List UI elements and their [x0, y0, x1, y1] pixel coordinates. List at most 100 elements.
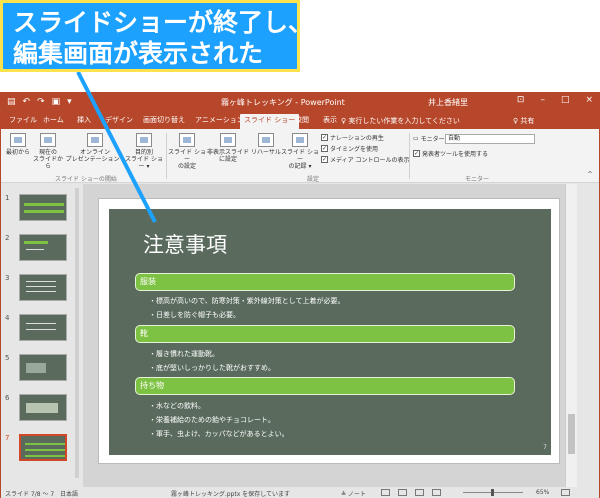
bullet-item[interactable]: ・栄養補給のための飴やチョコレート。	[149, 415, 275, 425]
ribbon-display-icon[interactable]: ⊡	[517, 95, 525, 105]
rehearse-timings-button[interactable]: リハーサル	[251, 133, 281, 156]
thumbnail-number: 2	[5, 234, 10, 242]
normal-view-icon[interactable]	[381, 489, 390, 496]
slide-number: 7	[543, 444, 547, 451]
show-media-controls-checkbox[interactable]: ✓ メディア コントロールの表示	[321, 155, 410, 164]
tab-insert[interactable]: 挿入	[73, 114, 95, 129]
reading-view-icon[interactable]	[415, 489, 424, 496]
title-bar: ▤ ↶ ↷ ▣ ▾ 霧ヶ峰トレッキング - PowerPoint 井上香緒里 ⊡…	[1, 93, 599, 111]
saving-status: 霧ヶ峰トレッキング.pptx を保存しています	[171, 491, 290, 498]
group-label-start: スライド ショーの開始	[55, 176, 117, 183]
slide-7[interactable]: 注意事項 服装 ・標高が高いので、防寒対策・紫外線対策として上着が必要。 ・日差…	[109, 209, 551, 455]
zoom-level[interactable]: 65%	[536, 489, 549, 496]
online-presentation-button[interactable]: オンライン プレゼンテーション ▾	[65, 133, 125, 163]
current-slide-icon	[40, 133, 56, 147]
slide-canvas: 注意事項 服装 ・標高が高いので、防寒対策・紫外線対策として上着が必要。 ・日差…	[98, 198, 560, 464]
from-beginning-button[interactable]: 最初から	[5, 133, 31, 156]
setup-slideshow-button[interactable]: スライド ショー の設定	[167, 133, 207, 170]
group-label-setup: 設定	[307, 176, 320, 183]
thumbnail-number: 7	[5, 434, 10, 442]
monitor-label: ▭ モニター:	[413, 135, 447, 143]
fit-to-window-icon[interactable]	[561, 489, 570, 496]
save-icon[interactable]: ▤	[7, 96, 16, 108]
document-title: 霧ヶ峰トレッキング - PowerPoint	[221, 98, 345, 107]
tab-file[interactable]: ファイル	[5, 114, 41, 129]
hide-slide-button[interactable]: 非表示スライド に設定	[207, 133, 249, 163]
ribbon-tabs: ファイル ホーム 挿入 デザイン 画面切り替え アニメーション スライド ショー…	[1, 111, 599, 129]
tab-design[interactable]: デザイン	[101, 114, 137, 129]
hide-slide-icon	[220, 133, 236, 147]
setup-icon	[179, 133, 195, 147]
slide-thumbnail[interactable]	[19, 314, 67, 341]
play-narrations-checkbox[interactable]: ✓ ナレーションの再生	[321, 133, 384, 142]
checkbox-checked-icon: ✓	[321, 145, 328, 152]
slideshow-view-icon[interactable]	[432, 489, 441, 496]
zoom-slider-knob[interactable]	[491, 489, 494, 496]
notes-button[interactable]: ≜ ノート	[341, 489, 366, 498]
slide-edit-area: 注意事項 服装 ・標高が高いので、防寒対策・紫外線対策として上着が必要。 ・日差…	[83, 184, 577, 487]
slideshow-start-icon	[10, 133, 26, 147]
bullet-item[interactable]: ・軍手、虫よけ、カッパなどがあるとよい。	[149, 429, 289, 439]
section-heading[interactable]: 持ち物	[135, 377, 515, 395]
user-name[interactable]: 井上香緒里	[428, 97, 468, 108]
checkbox-checked-icon: ✓	[321, 156, 328, 163]
undo-icon[interactable]: ↶	[23, 96, 31, 108]
slide-thumbnail[interactable]	[19, 394, 67, 421]
collapse-ribbon-icon[interactable]: ^	[585, 171, 595, 178]
online-present-icon	[87, 133, 103, 147]
presenter-view-checkbox[interactable]: ✓ 発表者ツールを使用する	[413, 149, 488, 158]
record-icon	[292, 133, 308, 147]
checkbox-checked-icon: ✓	[321, 134, 328, 141]
redo-icon[interactable]: ↷	[37, 96, 45, 108]
close-icon[interactable]: ×	[585, 95, 593, 105]
tell-me-box[interactable]: ♀ 実行したい作業を入力してください	[341, 116, 460, 126]
monitor-icon: ▭	[413, 135, 419, 142]
slide-thumbnail[interactable]	[19, 354, 67, 381]
maximize-icon[interactable]: □	[561, 95, 570, 105]
customize-qat-icon[interactable]: ▾	[67, 96, 72, 108]
minimize-icon[interactable]: –	[540, 95, 545, 105]
thumbnail-scrollbar[interactable]	[75, 188, 79, 478]
slide-thumbnail-pane: 1 2 3 4 5 6 7	[1, 184, 81, 487]
quick-access-toolbar: ▤ ↶ ↷ ▣ ▾	[7, 96, 72, 108]
window-controls: ⊡ – □ ×	[517, 95, 593, 105]
vertical-scrollbar[interactable]	[565, 184, 577, 487]
slide-sorter-icon[interactable]	[398, 489, 407, 496]
tab-home[interactable]: ホーム	[39, 114, 68, 129]
from-current-button[interactable]: 現在の スライドから	[31, 133, 65, 170]
tab-transitions[interactable]: 画面切り替え	[139, 114, 189, 129]
instruction-callout: スライドショーが終了し、 編集画面が表示された	[0, 0, 314, 72]
share-button[interactable]: ♀ 共有	[513, 116, 534, 126]
slide-thumbnail[interactable]	[19, 274, 67, 301]
slide-thumbnail-selected[interactable]	[19, 434, 67, 461]
tab-review[interactable]: 校閲	[291, 114, 313, 129]
start-from-beginning-icon[interactable]: ▣	[52, 96, 61, 108]
status-bar: スライド 7/8 ～ 7 日本語 霧ヶ峰トレッキング.pptx を保存しています…	[1, 487, 599, 498]
bullet-item[interactable]: ・履き慣れた運動靴。	[149, 349, 219, 359]
section-heading[interactable]: 服装	[135, 273, 515, 291]
bullet-item[interactable]: ・標高が高いので、防寒対策・紫外線対策として上着が必要。	[149, 296, 345, 306]
rehearse-icon	[258, 133, 274, 147]
use-timings-checkbox[interactable]: ✓ タイミングを使用	[321, 144, 378, 153]
bullet-item[interactable]: ・水などの飲料。	[149, 401, 205, 411]
slide-thumbnail[interactable]	[19, 234, 67, 261]
tab-view[interactable]: 表示	[319, 114, 341, 129]
scrollbar-thumb[interactable]	[568, 414, 575, 454]
thumbnail-number: 6	[5, 394, 10, 402]
bullet-item[interactable]: ・底が堅いしっかりした靴がおすすめ。	[149, 363, 275, 373]
slide-thumbnail[interactable]	[19, 194, 67, 221]
custom-show-icon	[136, 133, 152, 147]
slide-title[interactable]: 注意事項	[143, 229, 227, 259]
group-label-monitor: モニター	[465, 176, 490, 183]
checkbox-checked-icon: ✓	[413, 150, 420, 157]
bullet-item[interactable]: ・日差しを防ぐ帽子も必要。	[149, 310, 240, 320]
ribbon-separator	[409, 133, 410, 179]
callout-line-2: 編集画面が表示された	[13, 39, 264, 68]
monitor-select[interactable]: 自動	[445, 134, 535, 144]
callout-line-1: スライドショーが終了し、	[13, 8, 314, 37]
section-heading[interactable]: 靴	[135, 325, 515, 343]
thumbnail-number: 1	[5, 194, 10, 202]
thumbnail-number: 3	[5, 274, 10, 282]
custom-slideshow-button[interactable]: 目的別 スライド ショー ▾	[123, 133, 165, 170]
record-slideshow-button[interactable]: スライド ショー の記録 ▾	[281, 133, 319, 170]
